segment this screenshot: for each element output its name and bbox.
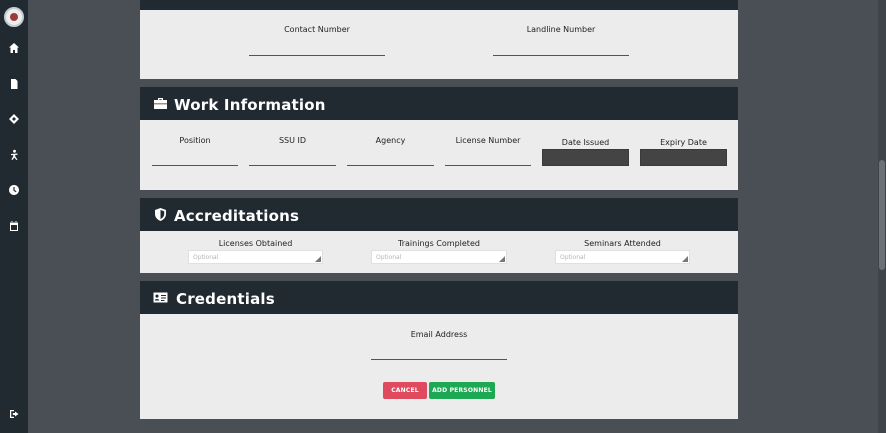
seminars-attended-textarea[interactable]: Optional (555, 250, 690, 264)
work-section-title: Work Information (174, 96, 326, 114)
contact-section-header (140, 0, 738, 10)
briefcase-icon (153, 96, 168, 111)
position-label: Position (179, 136, 211, 145)
date-issued-label: Date Issued (561, 138, 610, 147)
accreditations-section-body: Licenses Obtained Optional Trainings Com… (140, 231, 738, 273)
expiry-date-input[interactable] (640, 149, 727, 166)
clock-icon[interactable] (8, 184, 20, 196)
contact-section-body: Contact Number Landline Number (140, 10, 738, 79)
cancel-button[interactable]: CANCEL (383, 382, 427, 399)
app-logo[interactable] (4, 7, 24, 27)
person-icon[interactable] (8, 149, 20, 161)
accreditations-section-title: Accreditations (174, 207, 300, 225)
contact-number-label: Contact Number (284, 25, 350, 34)
scrollbar-thumb[interactable] (879, 160, 885, 270)
trainings-completed-label: Trainings Completed (398, 239, 480, 248)
compass-icon[interactable] (8, 113, 20, 125)
id-card-icon (153, 290, 168, 305)
email-address-input[interactable] (371, 359, 507, 360)
agency-label: Agency (375, 136, 406, 145)
expiry-date-label: Expiry Date (660, 138, 707, 147)
contact-number-input[interactable] (249, 55, 385, 56)
license-number-input[interactable] (445, 165, 531, 166)
page-scrollbar[interactable] (878, 0, 886, 433)
trainings-completed-textarea[interactable]: Optional (371, 250, 507, 264)
calendar-icon[interactable] (8, 220, 20, 232)
landline-number-label: Landline Number (526, 25, 596, 34)
seminars-attended-label: Seminars Attended (584, 239, 661, 248)
date-issued-input[interactable] (542, 149, 629, 166)
licenses-obtained-textarea[interactable]: Optional (188, 250, 323, 264)
license-number-label: License Number (455, 136, 521, 145)
logout-icon[interactable] (8, 408, 20, 420)
work-section-body: Position SSU ID Agency License Number Da… (140, 120, 738, 190)
email-address-label: Email Address (410, 330, 468, 339)
add-personnel-button[interactable]: ADD PERSONNEL (429, 382, 495, 399)
credentials-section-title: Credentials (176, 290, 275, 308)
sidebar (0, 0, 28, 433)
home-icon[interactable] (8, 42, 20, 54)
ssu-id-label: SSU ID (278, 136, 307, 145)
landline-number-input[interactable] (493, 55, 629, 56)
ssu-id-input[interactable] (249, 165, 336, 166)
position-input[interactable] (152, 165, 238, 166)
credentials-section-body: Email Address CANCEL ADD PERSONNEL (140, 314, 738, 419)
accreditations-section-header: Accreditations (140, 198, 738, 231)
agency-input[interactable] (347, 165, 434, 166)
work-section-header: Work Information (140, 87, 738, 120)
licenses-obtained-label: Licenses Obtained (218, 239, 293, 248)
document-icon[interactable] (8, 78, 20, 90)
shield-icon (153, 207, 168, 222)
credentials-section-header: Credentials (140, 281, 738, 314)
